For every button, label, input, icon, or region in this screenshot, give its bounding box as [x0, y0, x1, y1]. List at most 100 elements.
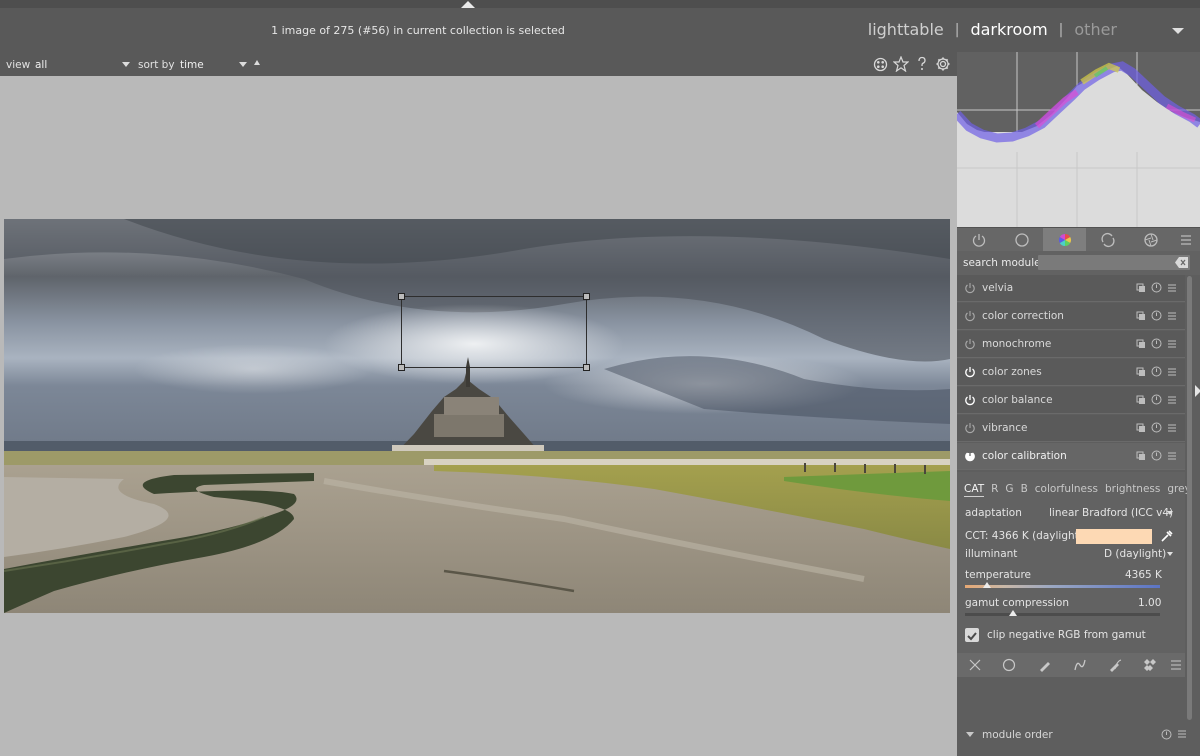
module-order-row[interactable]: module order — [957, 723, 1200, 747]
picker-handle[interactable] — [398, 364, 405, 371]
drawn-parametric-mask-icon[interactable] — [1108, 658, 1122, 672]
presets-menu-icon[interactable] — [1167, 395, 1177, 405]
parametric-mask-icon[interactable] — [1073, 658, 1087, 672]
view-dropdown-chevron-icon[interactable] — [1172, 28, 1184, 34]
tab-brightness[interactable]: brightness — [1105, 483, 1160, 497]
reset-icon[interactable] — [1151, 422, 1162, 433]
presets-menu-icon[interactable] — [1167, 423, 1177, 433]
multi-instance-icon[interactable] — [1136, 283, 1146, 293]
picker-handle[interactable] — [398, 293, 405, 300]
module-row-monochrome[interactable]: monochrome — [957, 331, 1185, 358]
picker-handle[interactable] — [583, 293, 590, 300]
histogram[interactable] — [953, 52, 1200, 227]
sort-by-dropdown[interactable]: time — [180, 59, 204, 71]
clear-search-icon[interactable] — [1175, 256, 1189, 269]
view-lighttable-link[interactable]: lighttable — [868, 20, 944, 39]
power-icon[interactable] — [964, 310, 976, 322]
temperature-slider[interactable] — [965, 585, 1160, 588]
temperature-slider-handle[interactable] — [983, 582, 991, 588]
gamut-compression-value: 1.00 — [1138, 597, 1162, 609]
multi-instance-icon[interactable] — [1136, 367, 1146, 377]
presets-menu-icon[interactable] — [1167, 283, 1177, 293]
drawn-mask-icon[interactable] — [1038, 658, 1052, 672]
presets-menu-icon[interactable] — [1167, 339, 1177, 349]
illuminant-chevron-icon[interactable] — [1167, 552, 1173, 556]
multi-instance-icon[interactable] — [1136, 339, 1146, 349]
presets-menu-icon[interactable] — [1167, 451, 1177, 461]
module-row-color-correction[interactable]: color correction — [957, 303, 1185, 330]
power-icon[interactable] — [964, 394, 976, 406]
view-filter-dropdown[interactable]: all — [35, 59, 47, 71]
collapse-chevron-icon[interactable] — [966, 732, 974, 737]
blend-off-icon[interactable] — [968, 658, 982, 672]
star-icon[interactable] — [892, 55, 910, 73]
power-icon[interactable] — [964, 338, 976, 350]
tab-colorfulness[interactable]: colorfulness — [1035, 483, 1098, 497]
illuminant-dropdown[interactable]: D (daylight) — [1104, 548, 1166, 560]
loop-icon — [1100, 232, 1115, 248]
reset-icon[interactable] — [1151, 450, 1162, 461]
color-picker-icon[interactable] — [1160, 530, 1173, 543]
module-group-tabs — [957, 227, 1200, 252]
center-image-area[interactable] — [0, 76, 957, 756]
group-base[interactable] — [1000, 228, 1043, 252]
power-icon[interactable] — [964, 422, 976, 434]
group-correct[interactable] — [1086, 228, 1129, 252]
sort-by-chevron-icon[interactable] — [239, 62, 247, 67]
group-active-modules[interactable] — [957, 228, 1000, 252]
gamut-compression-slider[interactable] — [965, 613, 1160, 616]
view-filter-chevron-icon[interactable] — [122, 62, 130, 67]
help-icon[interactable] — [913, 55, 931, 73]
reset-icon[interactable] — [1161, 729, 1172, 740]
module-row-vibrance[interactable]: vibrance — [957, 415, 1185, 442]
sort-order-ascending-icon[interactable] — [254, 60, 260, 65]
multi-instance-icon[interactable] — [1136, 423, 1146, 433]
color-picker-area-box[interactable] — [398, 293, 590, 371]
module-name: color balance — [982, 394, 1053, 406]
power-icon[interactable] — [964, 282, 976, 294]
reset-icon[interactable] — [1151, 310, 1162, 321]
color-wheel-icon — [1058, 234, 1071, 246]
group-presets-menu[interactable] — [1172, 228, 1200, 252]
tab-g[interactable]: G — [1005, 483, 1013, 497]
clip-negative-rgb-label: clip negative RGB from gamut — [987, 629, 1146, 641]
expand-right-panel-arrow-icon[interactable] — [1195, 385, 1200, 397]
view-darkroom-link[interactable]: darkroom — [970, 20, 1047, 39]
uniform-blend-icon[interactable] — [1002, 658, 1016, 672]
multi-instance-icon[interactable] — [1136, 395, 1146, 405]
collapse-top-panel-arrow-icon[interactable] — [461, 1, 475, 8]
tab-b[interactable]: B — [1021, 483, 1028, 497]
multi-instance-icon[interactable] — [1136, 451, 1146, 461]
group-color[interactable] — [1043, 228, 1086, 252]
reset-icon[interactable] — [1151, 338, 1162, 349]
module-row-velvia[interactable]: velvia — [957, 275, 1185, 302]
tab-cat[interactable]: CAT — [964, 483, 985, 497]
presets-menu-icon[interactable] — [1167, 311, 1177, 321]
adaptation-chevron-icon[interactable] — [1167, 511, 1173, 515]
group-effect[interactable] — [1129, 228, 1172, 252]
reset-icon[interactable] — [1151, 366, 1162, 377]
tab-r[interactable]: R — [991, 483, 998, 497]
power-icon[interactable] — [964, 450, 976, 462]
presets-menu-icon[interactable] — [1177, 729, 1187, 739]
module-row-color-balance[interactable]: color balance — [957, 387, 1185, 414]
grouping-icon[interactable] — [871, 55, 889, 73]
blend-menu-icon[interactable] — [1169, 658, 1183, 672]
view-other-link[interactable]: other — [1074, 20, 1117, 39]
module-row-color-zones[interactable]: color zones — [957, 359, 1185, 386]
gear-icon[interactable] — [934, 55, 952, 73]
module-row-color-calibration[interactable]: color calibration — [957, 443, 1185, 470]
picker-handle[interactable] — [583, 364, 590, 371]
presets-menu-icon[interactable] — [1167, 367, 1177, 377]
multi-instance-icon[interactable] — [1136, 311, 1146, 321]
gamut-compression-slider-handle[interactable] — [1009, 610, 1017, 616]
adaptation-dropdown[interactable]: linear Bradford (ICC v4) — [1049, 507, 1173, 519]
reset-icon[interactable] — [1151, 394, 1162, 405]
reset-icon[interactable] — [1151, 282, 1162, 293]
darkroom-photo[interactable] — [4, 219, 950, 613]
raster-mask-icon[interactable] — [1143, 658, 1157, 672]
power-icon[interactable] — [964, 366, 976, 378]
right-panel-scrollbar[interactable] — [1187, 276, 1192, 720]
clip-negative-rgb-checkbox[interactable] — [965, 628, 979, 642]
search-module-input[interactable] — [1038, 255, 1190, 270]
